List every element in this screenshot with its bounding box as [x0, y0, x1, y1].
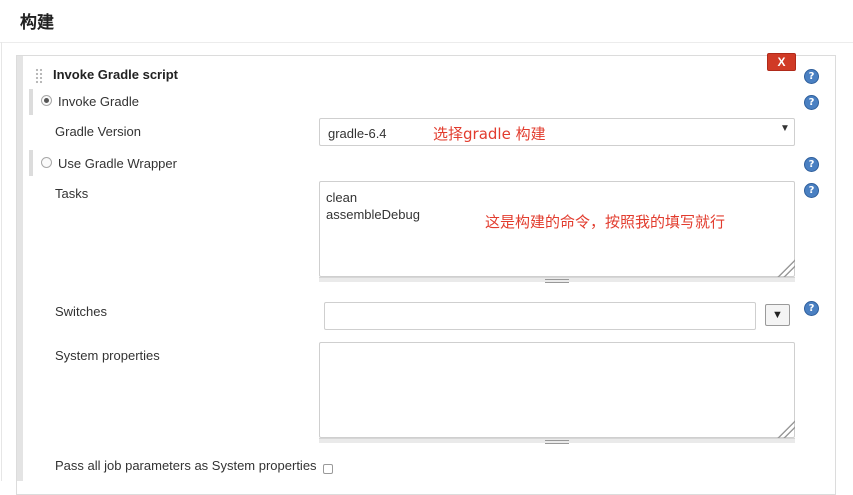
gradle-version-annotation: 选择gradle 构建	[433, 125, 546, 143]
panel-left-bar	[17, 56, 23, 481]
resize-handle-icon[interactable]	[775, 418, 795, 438]
help-icon[interactable]: ?	[804, 183, 819, 198]
invoke-gradle-radio[interactable]	[41, 95, 52, 106]
gradle-version-select[interactable]	[319, 118, 795, 146]
tasks-annotation: 这是构建的命令，按照我的填写就行	[485, 213, 726, 231]
switches-input[interactable]	[324, 302, 756, 330]
switches-label: Switches	[55, 304, 108, 319]
tasks-resize-strip[interactable]	[319, 277, 795, 283]
invoke-gradle-label: Invoke Gradle	[58, 94, 139, 109]
chevron-down-icon: ▼	[780, 123, 790, 134]
system-properties-textarea[interactable]	[319, 342, 795, 438]
section-title: 构建	[20, 13, 54, 33]
delete-step-button[interactable]: x	[767, 53, 796, 71]
drag-handle-icon[interactable]	[35, 68, 43, 84]
use-gradle-wrapper-label: Use Gradle Wrapper	[58, 156, 177, 171]
use-gradle-wrapper-radio[interactable]	[41, 157, 52, 168]
help-icon[interactable]: ?	[804, 95, 819, 110]
tasks-label: Tasks	[55, 186, 89, 201]
radio-group-bar	[29, 150, 33, 176]
build-step-title: Invoke Gradle script	[53, 67, 178, 82]
pass-params-checkbox[interactable]	[323, 464, 333, 474]
radio-group-bar	[29, 89, 33, 115]
resize-handle-icon[interactable]	[775, 257, 795, 277]
help-icon[interactable]: ?	[804, 69, 819, 84]
help-icon[interactable]: ?	[804, 301, 819, 316]
pass-params-label: Pass all job parameters as System proper…	[55, 458, 317, 473]
gradle-version-label: Gradle Version	[55, 124, 141, 139]
switches-expand-button[interactable]: ▼	[765, 304, 790, 326]
help-icon[interactable]: ?	[804, 157, 819, 172]
system-properties-label: System properties	[55, 348, 160, 363]
title-divider	[0, 42, 853, 43]
page-left-divider	[1, 42, 2, 481]
gradle-version-value: gradle-6.4	[328, 126, 387, 141]
system-properties-resize-strip[interactable]	[319, 438, 795, 444]
